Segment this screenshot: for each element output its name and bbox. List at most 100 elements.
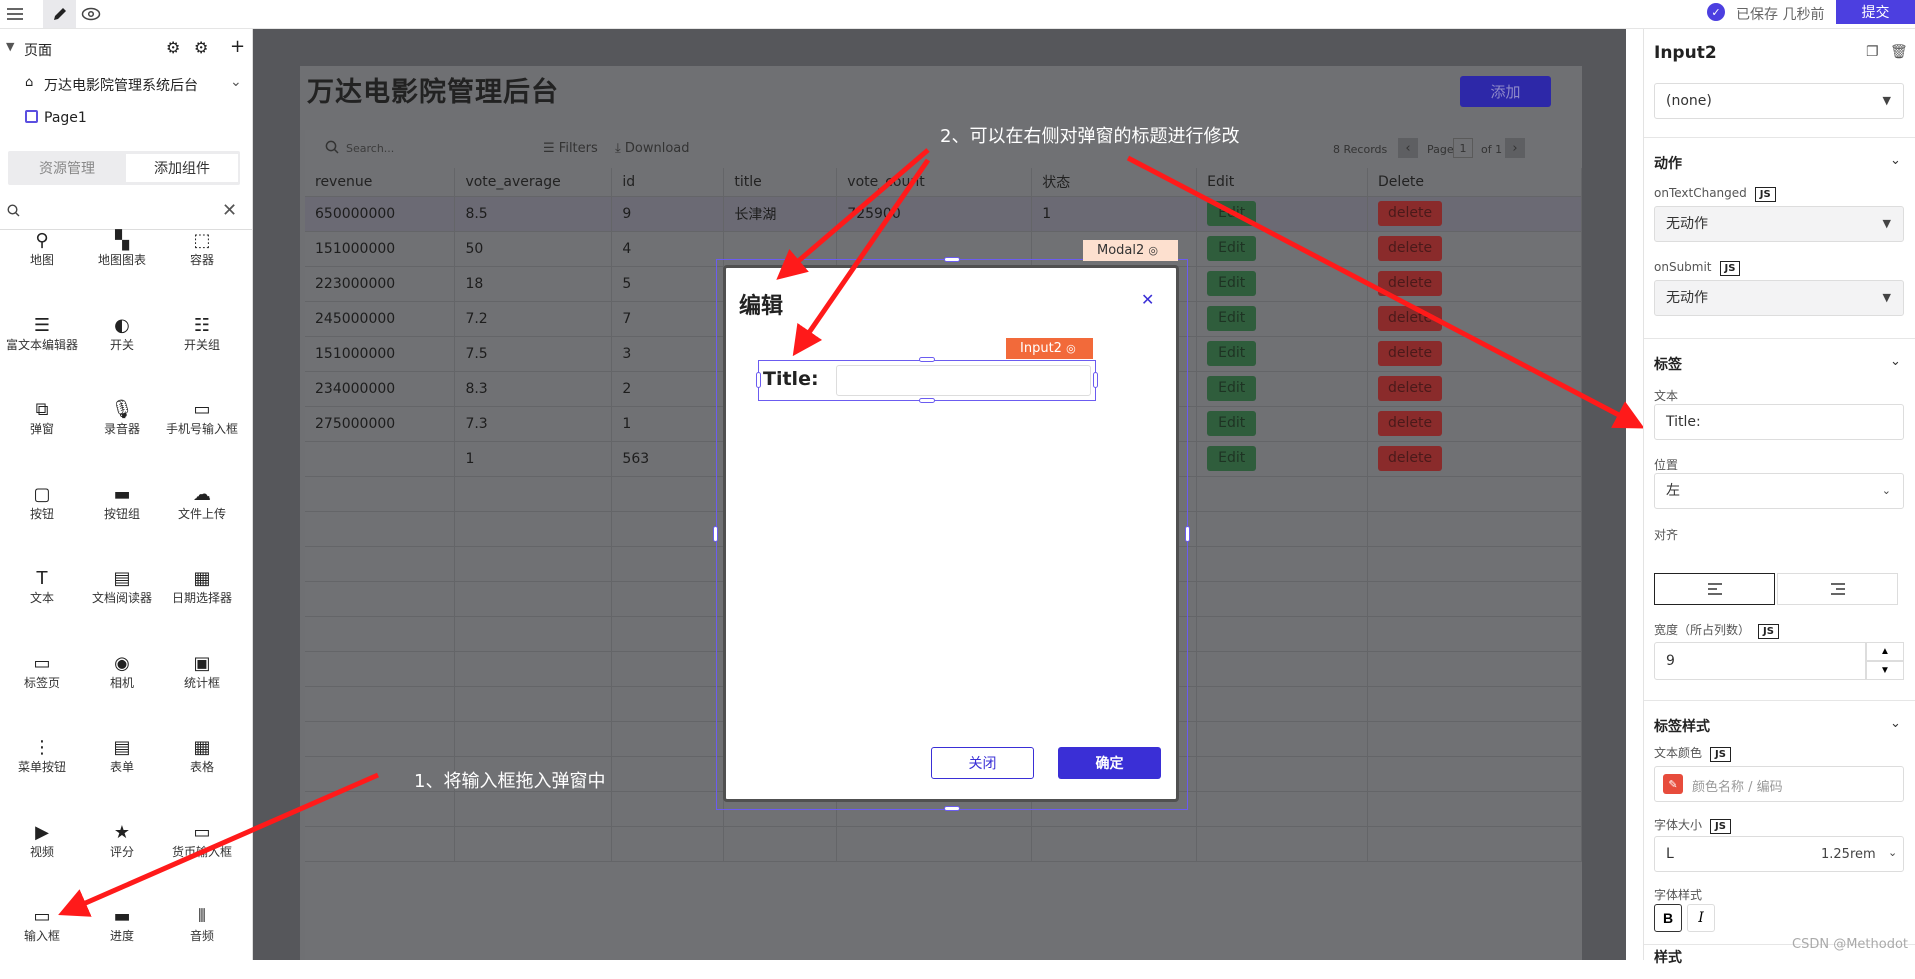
chevron-down-icon[interactable]: ▼ — [1866, 661, 1904, 680]
component-container[interactable]: ⬚ 容器 — [162, 229, 242, 303]
component-table[interactable]: ▦ 表格 — [162, 736, 242, 810]
component-toggle[interactable]: ◐ 开关 — [82, 314, 162, 388]
component-tabs[interactable]: ▭ 标签页 — [2, 652, 82, 726]
js-toggle[interactable]: JS — [1754, 187, 1776, 202]
page-item-page1[interactable]: Page1 — [0, 102, 253, 136]
column-header[interactable]: 状态 — [1031, 168, 1198, 197]
js-toggle[interactable]: JS — [1710, 819, 1731, 834]
copy-icon[interactable]: ❐ — [1866, 44, 1879, 60]
chevron-right-icon[interactable]: › — [1505, 138, 1525, 158]
settings-icon[interactable]: ⚙ — [166, 38, 180, 57]
close-icon[interactable]: ✕ — [1141, 290, 1154, 309]
component-star[interactable]: ★ 评分 — [82, 821, 162, 895]
download-button[interactable]: ⤓ Download — [615, 141, 690, 156]
edit-button[interactable]: Edit — [1207, 201, 1257, 226]
column-header[interactable]: Edit — [1196, 168, 1369, 197]
column-header[interactable]: vote_average — [454, 168, 613, 197]
js-toggle[interactable]: JS — [1758, 624, 1779, 639]
search-input[interactable] — [24, 200, 214, 224]
edit-button[interactable]: Edit — [1207, 446, 1257, 471]
component-form[interactable]: ▤ 表单 — [82, 736, 162, 810]
resize-handle[interactable] — [1093, 372, 1098, 388]
component-name[interactable]: Input2 — [1654, 43, 1717, 63]
font-size-select[interactable]: L 1.25rem ⌄ — [1654, 836, 1904, 872]
none-select[interactable]: (none) ▼ — [1654, 83, 1904, 119]
label-text-input[interactable]: Title: — [1654, 404, 1904, 440]
text-color-input[interactable]: ✎ 颜色名称 / 编码 — [1654, 766, 1904, 802]
component-camera[interactable]: ◉ 相机 — [82, 652, 162, 726]
input-component-tag[interactable]: Input2 ◎ — [1006, 338, 1093, 359]
delete-button[interactable]: delete — [1378, 376, 1443, 401]
chevron-down-icon[interactable]: ▼ — [6, 40, 14, 53]
resize-handle[interactable] — [944, 257, 960, 262]
js-toggle[interactable]: JS — [1719, 261, 1741, 276]
tab-resources[interactable]: 资源管理 — [10, 154, 124, 182]
component-statistic[interactable]: ▣ 统计框 — [162, 652, 242, 726]
component-rich-text[interactable]: ☰ 富文本编辑器 — [2, 314, 82, 388]
component-calendar[interactable]: ▦ 日期选择器 — [162, 567, 242, 641]
pages-header[interactable]: ▼ 页面 ⚙ ⚙ + — [0, 32, 253, 66]
delete-button[interactable]: delete — [1378, 236, 1443, 261]
component-pdf[interactable]: ▤ 文档阅读器 — [82, 567, 162, 641]
delete-button[interactable]: delete — [1378, 306, 1443, 331]
edit-button[interactable]: Edit — [1207, 376, 1257, 401]
component-modal[interactable]: ⧉ 弹窗 — [2, 398, 82, 472]
component-currency-input[interactable]: ▭ 货币输入框 — [162, 821, 242, 895]
column-header[interactable]: Delete — [1367, 168, 1582, 197]
component-phone-input[interactable]: ▭ 手机号输入框 — [162, 398, 242, 472]
color-picker-icon[interactable]: ✎ — [1663, 774, 1683, 794]
js-toggle[interactable]: JS — [1710, 747, 1731, 762]
resize-handle[interactable] — [919, 357, 935, 362]
column-header[interactable]: id — [611, 168, 725, 197]
delete-button[interactable]: delete — [1378, 201, 1443, 226]
width-input[interactable]: 9 — [1654, 642, 1866, 680]
delete-button[interactable]: delete — [1378, 446, 1443, 471]
component-video[interactable]: ▶ 视频 — [2, 821, 82, 895]
edit-button[interactable]: Edit — [1207, 236, 1257, 261]
component-button[interactable]: ▢ 按钮 — [2, 483, 82, 557]
style-section-header[interactable]: 样式 — [1654, 947, 1682, 967]
component-menu-button[interactable]: ⋮ 菜单按钮 — [2, 736, 82, 810]
filters-button[interactable]: ☰ Filters — [543, 141, 598, 156]
close-icon[interactable]: ✕ — [222, 200, 237, 221]
chevron-left-icon[interactable]: ‹ — [1398, 138, 1418, 158]
close-button[interactable]: 关闭 — [931, 747, 1034, 779]
component-map-pin[interactable]: ⚲ 地图 — [2, 229, 82, 303]
component-input[interactable]: ▭ 输入框 — [2, 905, 82, 979]
resize-handle[interactable] — [1185, 526, 1190, 542]
align-left-button[interactable] — [1654, 573, 1775, 605]
edit-button[interactable]: Edit — [1207, 271, 1257, 296]
chevron-up-icon[interactable]: ▲ — [1866, 642, 1904, 661]
submit-button[interactable]: 提交 — [1836, 0, 1915, 24]
edit-button[interactable]: Edit — [1207, 306, 1257, 331]
bold-button[interactable]: B — [1654, 904, 1682, 932]
chevron-down-icon[interactable]: ⌄ — [230, 74, 242, 90]
align-right-button[interactable] — [1777, 573, 1898, 605]
delete-button[interactable]: delete — [1378, 411, 1443, 436]
column-header[interactable]: vote_count — [836, 168, 1033, 197]
label-section-header[interactable]: 标签 — [1654, 354, 1682, 374]
add-button[interactable]: 添加 — [1460, 76, 1551, 107]
label-style-section-header[interactable]: 标签样式 — [1654, 716, 1710, 736]
preview-eye-icon[interactable] — [80, 3, 102, 25]
component-map-chart[interactable]: ▚ 地图图表 — [82, 229, 162, 303]
component-toggle-group[interactable]: ☷ 开关组 — [162, 314, 242, 388]
delete-button[interactable]: delete — [1378, 271, 1443, 296]
hamburger-menu-icon[interactable] — [4, 3, 26, 25]
table-row[interactable]: 650000000 8.5 9 长津湖 725900 1 Edit delete — [305, 196, 1582, 232]
chevron-down-icon[interactable]: ⌄ — [1890, 153, 1901, 168]
resize-handle[interactable] — [919, 398, 935, 403]
delete-button[interactable]: delete — [1378, 341, 1443, 366]
on-text-changed-select[interactable]: 无动作 ▼ — [1654, 206, 1904, 242]
page-item-home[interactable]: ⌂ 万达电影院管理系统后台 ⌄ — [0, 67, 253, 101]
title-input[interactable] — [836, 365, 1091, 396]
edit-button[interactable]: Edit — [1207, 411, 1257, 436]
add-page-icon[interactable]: + — [230, 36, 245, 57]
column-header[interactable]: revenue — [305, 168, 456, 197]
resize-handle[interactable] — [713, 526, 718, 542]
component-progress[interactable]: ▬ 进度 — [82, 905, 162, 979]
page-number-input[interactable]: 1 — [1453, 138, 1473, 158]
chevron-down-icon[interactable]: ⌄ — [1890, 354, 1901, 369]
resize-handle[interactable] — [944, 806, 960, 811]
table-search[interactable]: Search... — [346, 142, 394, 155]
